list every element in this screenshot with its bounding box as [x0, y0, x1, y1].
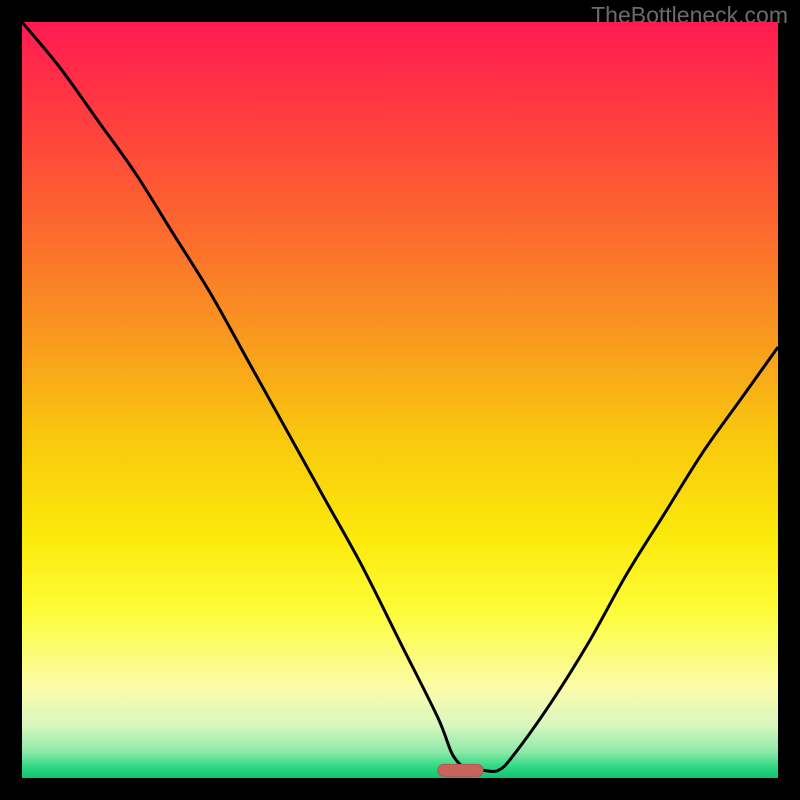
chart-stage: TheBottleneck.com — [0, 0, 800, 800]
gradient-background — [22, 22, 778, 778]
plot-area — [22, 22, 778, 778]
bottleneck-chart — [22, 22, 778, 778]
optimal-marker — [438, 764, 483, 776]
